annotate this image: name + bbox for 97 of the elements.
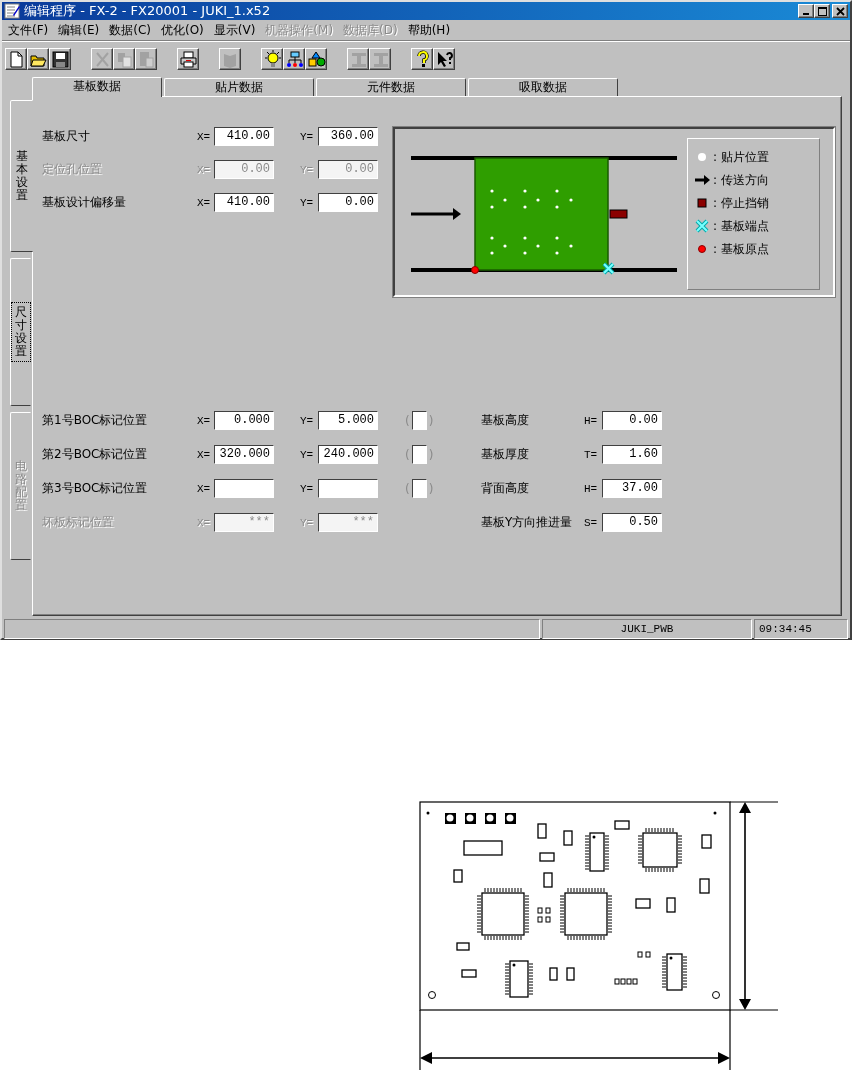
field-label: Y=	[300, 482, 315, 495]
field-label: S=	[584, 516, 599, 529]
field-label: H=	[584, 414, 599, 427]
menu-item[interactable]: 帮助(H)	[403, 21, 457, 39]
toolbar-button[interactable]	[261, 48, 283, 70]
close-button[interactable]	[832, 4, 848, 18]
tab[interactable]: 吸取数据	[468, 78, 618, 96]
field-label: T=	[584, 448, 599, 461]
shapes-icon	[306, 49, 326, 69]
input-field[interactable]: 37.00	[602, 479, 662, 498]
end-point-cross	[602, 262, 615, 275]
arrow-icon	[694, 172, 710, 188]
checkbox[interactable]	[411, 411, 427, 430]
field-label: X=	[197, 196, 212, 209]
toolbar-button[interactable]	[5, 48, 27, 70]
toolbar-button[interactable]	[433, 48, 455, 70]
legend-label: : 基板原点	[713, 240, 769, 258]
toolbar-button[interactable]	[305, 48, 327, 70]
status-text: JUKI_PWB	[542, 619, 752, 639]
side-tab[interactable]: 基本设置	[10, 100, 33, 252]
input-field[interactable]: 410.00	[214, 193, 274, 212]
toolbar-button[interactable]	[27, 48, 49, 70]
menu-item[interactable]: 数据(C)	[105, 21, 157, 39]
input-field[interactable]: 320.000	[214, 445, 274, 464]
menu-item[interactable]: 编辑(E)	[54, 21, 106, 39]
field-label: X=	[197, 130, 212, 143]
tab[interactable]: 元件数据	[316, 78, 466, 96]
toolbar-button[interactable]	[177, 48, 199, 70]
minimize-button[interactable]	[798, 4, 814, 18]
input-field[interactable]: 0.00	[602, 411, 662, 430]
field-label: 基板尺寸	[42, 128, 91, 145]
bracket: (	[405, 481, 410, 496]
bracket: )	[428, 481, 434, 496]
legend-label: : 传送方向	[713, 171, 769, 189]
input-field[interactable]: 240.000	[318, 445, 378, 464]
input-field[interactable]	[214, 479, 274, 498]
input-field[interactable]: 5.000	[318, 411, 378, 430]
field-label: X=	[197, 414, 212, 427]
field-label: H=	[584, 482, 599, 495]
input-field[interactable]: 0.000	[214, 411, 274, 430]
field-label: 第3号BOC标记位置	[42, 480, 149, 497]
bracket: )	[428, 413, 434, 428]
checkbox[interactable]	[411, 445, 427, 464]
checkbox[interactable]	[411, 479, 427, 498]
field-label: 基板厚度	[481, 446, 530, 463]
tab[interactable]: 贴片数据	[164, 78, 314, 96]
legend-label: : 贴片位置	[713, 148, 769, 166]
maximize-button[interactable]	[814, 4, 830, 18]
input-field[interactable]	[318, 479, 378, 498]
field-label: Y=	[300, 163, 315, 176]
window-title: 编辑程序 - FX-2 - FX20001 - JUKI_1.x52	[24, 2, 272, 20]
field-label: X=	[197, 516, 212, 529]
stop-pin	[609, 209, 628, 219]
hierarchy-icon	[284, 49, 304, 69]
bracket: )	[428, 447, 434, 462]
field-label: Y=	[300, 196, 315, 209]
field-label: 基板Y方向推进量	[481, 514, 574, 531]
field-label: Y=	[300, 414, 315, 427]
app-icon	[4, 3, 20, 19]
field-label: 基板设计偏移量	[42, 194, 127, 211]
input-field[interactable]: 0.50	[602, 513, 662, 532]
menu-item[interactable]: 显示(V)	[209, 21, 262, 39]
origin-dot	[471, 266, 479, 274]
menu-item[interactable]: 优化(O)	[156, 21, 210, 39]
toolbar-button[interactable]	[411, 48, 433, 70]
light-bulb-icon	[262, 49, 282, 69]
field-label: 基板高度	[481, 412, 530, 429]
input-field[interactable]: 410.00	[214, 127, 274, 146]
input-field[interactable]: 360.00	[318, 127, 378, 146]
cross-icon	[694, 218, 710, 234]
field-label: Y=	[300, 516, 315, 529]
toolbar-button[interactable]	[283, 48, 305, 70]
field-label: X=	[197, 448, 212, 461]
field-label: Y=	[300, 130, 315, 143]
printer-icon	[178, 49, 198, 69]
menu-item[interactable]: 文件(F)	[4, 21, 55, 39]
field-label: 第2号BOC标记位置	[42, 446, 149, 463]
field-label: X=	[197, 482, 212, 495]
field-label: X=	[197, 163, 212, 176]
maximize-icon	[817, 6, 827, 16]
field-label: 背面高度	[481, 480, 530, 497]
stop-pin-icon	[694, 195, 710, 211]
status-time: 09:34:45	[754, 619, 848, 639]
close-icon	[835, 6, 845, 16]
direction-arrow	[411, 208, 461, 220]
bracket: (	[405, 447, 410, 462]
tab[interactable]: 基板数据	[32, 77, 162, 97]
field-label: Y=	[300, 448, 315, 461]
legend-label: : 基板端点	[713, 217, 769, 235]
minimize-icon	[803, 13, 809, 15]
field-label: 第1号BOC标记位置	[42, 412, 149, 429]
legend-label: : 停止挡销	[713, 194, 769, 212]
side-tab[interactable]: 尺寸设置	[10, 258, 31, 406]
toolbar-button[interactable]	[49, 48, 71, 70]
input-field[interactable]: 1.60	[602, 445, 662, 464]
input-field[interactable]: 0.00	[318, 193, 378, 212]
bracket: (	[405, 413, 410, 428]
